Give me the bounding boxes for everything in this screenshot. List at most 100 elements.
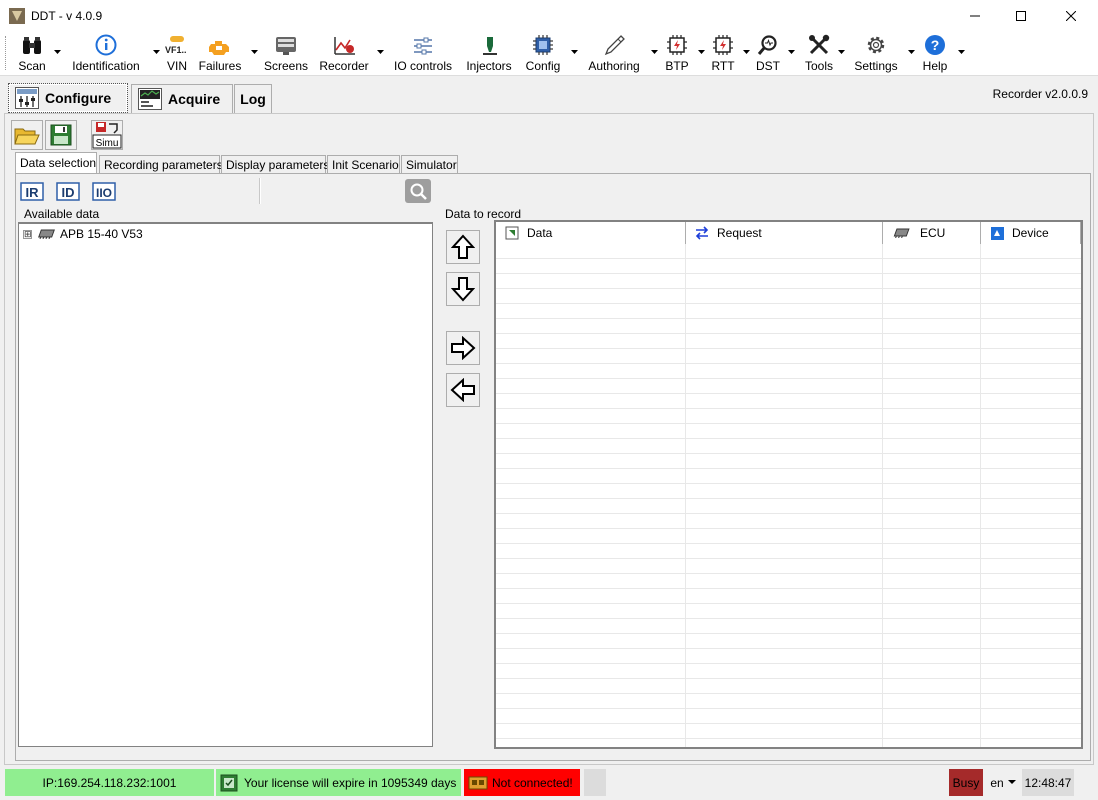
grid-header: Data Request ECU Device: [496, 222, 1081, 244]
version-label: Recorder v2.0.0.9: [992, 87, 1088, 101]
connection-status: Not connected!: [464, 769, 580, 796]
busy-indicator: Busy: [949, 769, 983, 796]
chevron-down-icon[interactable]: [54, 50, 61, 55]
toolbar-label: Injectors: [466, 59, 512, 73]
tab-configure[interactable]: Configure: [8, 83, 128, 113]
available-data-label: Available data: [24, 207, 100, 221]
available-data-tree[interactable]: ⊞ APB 15-40 V53: [18, 222, 433, 747]
pen-icon: [604, 35, 625, 56]
tab-init-scenario[interactable]: Init Scenario: [327, 155, 400, 174]
ecu-chip-icon: [38, 229, 55, 239]
data-to-record-label: Data to record: [445, 207, 522, 221]
connection-text: Not connected!: [492, 775, 573, 790]
toolbar-settings[interactable]: Settings: [850, 34, 902, 74]
column-header-data[interactable]: Data: [496, 222, 686, 244]
close-button[interactable]: [1048, 0, 1094, 32]
toolbar-dst[interactable]: DST: [754, 34, 782, 74]
arrow-down-icon: [451, 277, 475, 302]
expand-icon[interactable]: ⊞: [23, 229, 32, 239]
tab-log[interactable]: Log: [234, 84, 272, 113]
injector-icon: [483, 37, 497, 55]
chevron-down-icon[interactable]: [788, 50, 795, 55]
toolbar-label: Identification: [72, 59, 140, 73]
chevron-down-icon[interactable]: [698, 50, 705, 55]
arrow-up-icon: [451, 234, 475, 259]
ip-status: IP:169.254.118.232:1001: [5, 769, 214, 796]
move-up-button[interactable]: [446, 230, 480, 264]
grid-body[interactable]: [496, 244, 1081, 747]
tab-simulator[interactable]: Simulator: [401, 155, 458, 174]
maximize-button[interactable]: [998, 0, 1044, 32]
column-header-ecu[interactable]: ECU: [883, 222, 981, 244]
toolbar-failures[interactable]: Failures: [196, 34, 244, 74]
title-bar: DDT - v 4.0.9: [0, 0, 1098, 32]
filter-io-button[interactable]: IIO: [91, 180, 117, 202]
toolbar-recorder[interactable]: Recorder: [316, 34, 372, 74]
move-down-button[interactable]: [446, 272, 480, 306]
toolbar-label: Scan: [18, 59, 46, 73]
open-folder-icon: [14, 128, 40, 145]
chevron-down-icon[interactable]: [251, 50, 258, 55]
toolbar-scan[interactable]: Scan: [14, 34, 50, 74]
tab-display-parameters[interactable]: Display parameters: [221, 155, 329, 174]
tab-recording-parameters[interactable]: Recording parameters: [99, 155, 223, 174]
remove-from-record-button[interactable]: [446, 373, 480, 407]
chevron-down-icon[interactable]: [651, 50, 658, 55]
tab-acquire[interactable]: Acquire: [131, 84, 233, 113]
main-tab-bar: Configure Acquire Log Recorder v2.0.0.9: [0, 77, 1098, 113]
toolbar-tools[interactable]: Tools: [800, 34, 838, 74]
filter-id-button[interactable]: ID: [55, 180, 81, 202]
simulation-button[interactable]: Simu: [91, 120, 123, 150]
toolbar-vin[interactable]: VF1.. VIN: [163, 34, 191, 74]
binoculars-icon: [23, 37, 41, 54]
tab-data-selection[interactable]: Data selection: [15, 152, 97, 174]
chevron-down-icon[interactable]: [377, 50, 384, 55]
gear-icon: [867, 36, 885, 54]
svg-text:IR: IR: [26, 185, 40, 200]
status-bar: IP:169.254.118.232:1001 Your license wil…: [0, 765, 1098, 800]
help-icon: ?: [925, 35, 945, 55]
chevron-down-icon[interactable]: [838, 50, 845, 55]
chevron-down-icon[interactable]: [743, 50, 750, 55]
toolbar-config[interactable]: Config: [521, 34, 565, 74]
arrow-right-icon: [451, 336, 476, 360]
toolbar-btp[interactable]: BTP: [662, 34, 692, 74]
minimize-icon: [970, 15, 980, 17]
search-button[interactable]: [404, 178, 432, 204]
toolbar-io-controls[interactable]: IO controls: [390, 34, 456, 74]
filter-ir-button[interactable]: IR: [19, 180, 45, 202]
toolbar-authoring[interactable]: Authoring: [583, 34, 645, 74]
toolbar-injectors[interactable]: Injectors: [463, 34, 515, 74]
ir-icon: IR: [20, 182, 44, 201]
column-header-device[interactable]: Device: [981, 222, 1081, 244]
svg-text:ID: ID: [62, 185, 75, 200]
status-empty-slot: [584, 769, 606, 796]
data-to-record-grid[interactable]: Data Request ECU Device: [494, 220, 1083, 749]
data-icon: [505, 226, 519, 240]
toolbar-rtt[interactable]: RTT: [708, 34, 738, 74]
minimize-button[interactable]: [952, 0, 998, 32]
chevron-down-icon[interactable]: [958, 50, 965, 55]
simulation-icon: Simu: [92, 122, 122, 149]
open-button[interactable]: [11, 120, 43, 150]
save-button[interactable]: [45, 120, 77, 150]
chevron-down-icon[interactable]: [153, 50, 160, 55]
toolbar-grip[interactable]: [5, 36, 8, 70]
engine-warning-icon: [209, 41, 229, 55]
toolbar-help[interactable]: ? Help: [920, 34, 950, 74]
ddt-app-icon: [9, 8, 25, 24]
window-title: DDT - v 4.0.9: [31, 9, 103, 23]
language-selector[interactable]: en: [986, 769, 1020, 796]
chevron-down-icon[interactable]: [571, 50, 578, 55]
add-to-record-button[interactable]: [446, 331, 480, 365]
connection-icon: [468, 776, 488, 789]
tree-node-ecu[interactable]: ⊞ APB 15-40 V53: [23, 227, 143, 241]
chevron-down-icon[interactable]: [908, 50, 915, 55]
tools-icon: [809, 34, 830, 55]
svg-text:VF1..: VF1..: [165, 45, 187, 55]
sliders-icon: [414, 37, 432, 55]
column-header-request[interactable]: Request: [686, 222, 883, 244]
toolbar-screens[interactable]: Screens: [262, 34, 310, 74]
close-icon: [1066, 11, 1076, 21]
toolbar-identification[interactable]: Identification: [66, 34, 146, 74]
